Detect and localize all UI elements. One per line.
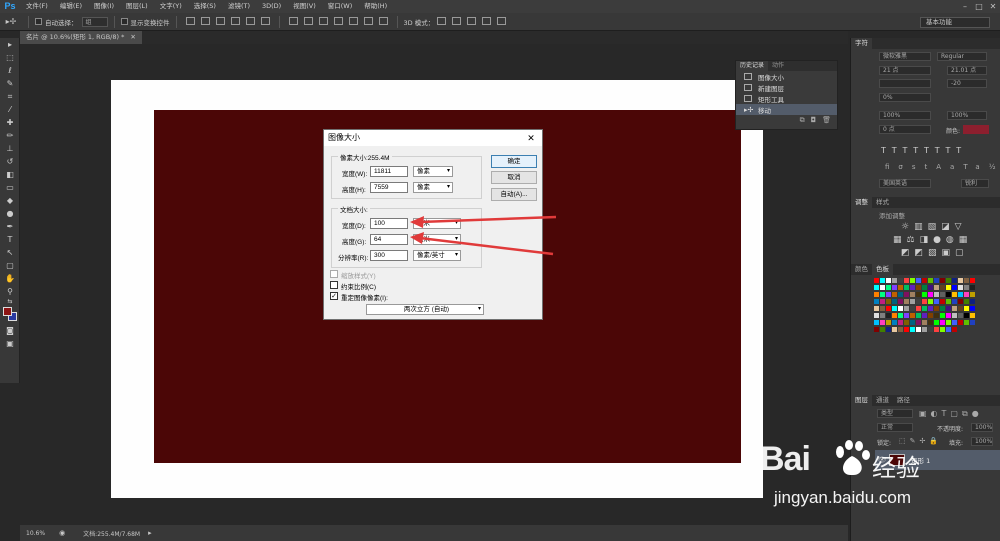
foreground-color[interactable] [3, 307, 12, 316]
arrow-head-1 [410, 216, 424, 228]
arrow-line-2 [419, 236, 554, 256]
baidu-watermark: Bai 经验 jingyan.baidu.com [760, 440, 990, 530]
baidu-url: jingyan.baidu.com [774, 488, 912, 507]
baidu-jingyan-text: 经验 [872, 454, 920, 482]
baidu-brand-text: Bai [760, 440, 811, 478]
arrow-line-1 [419, 215, 557, 224]
baidu-paw-logo [832, 440, 872, 480]
arrow-head-2 [410, 232, 424, 244]
